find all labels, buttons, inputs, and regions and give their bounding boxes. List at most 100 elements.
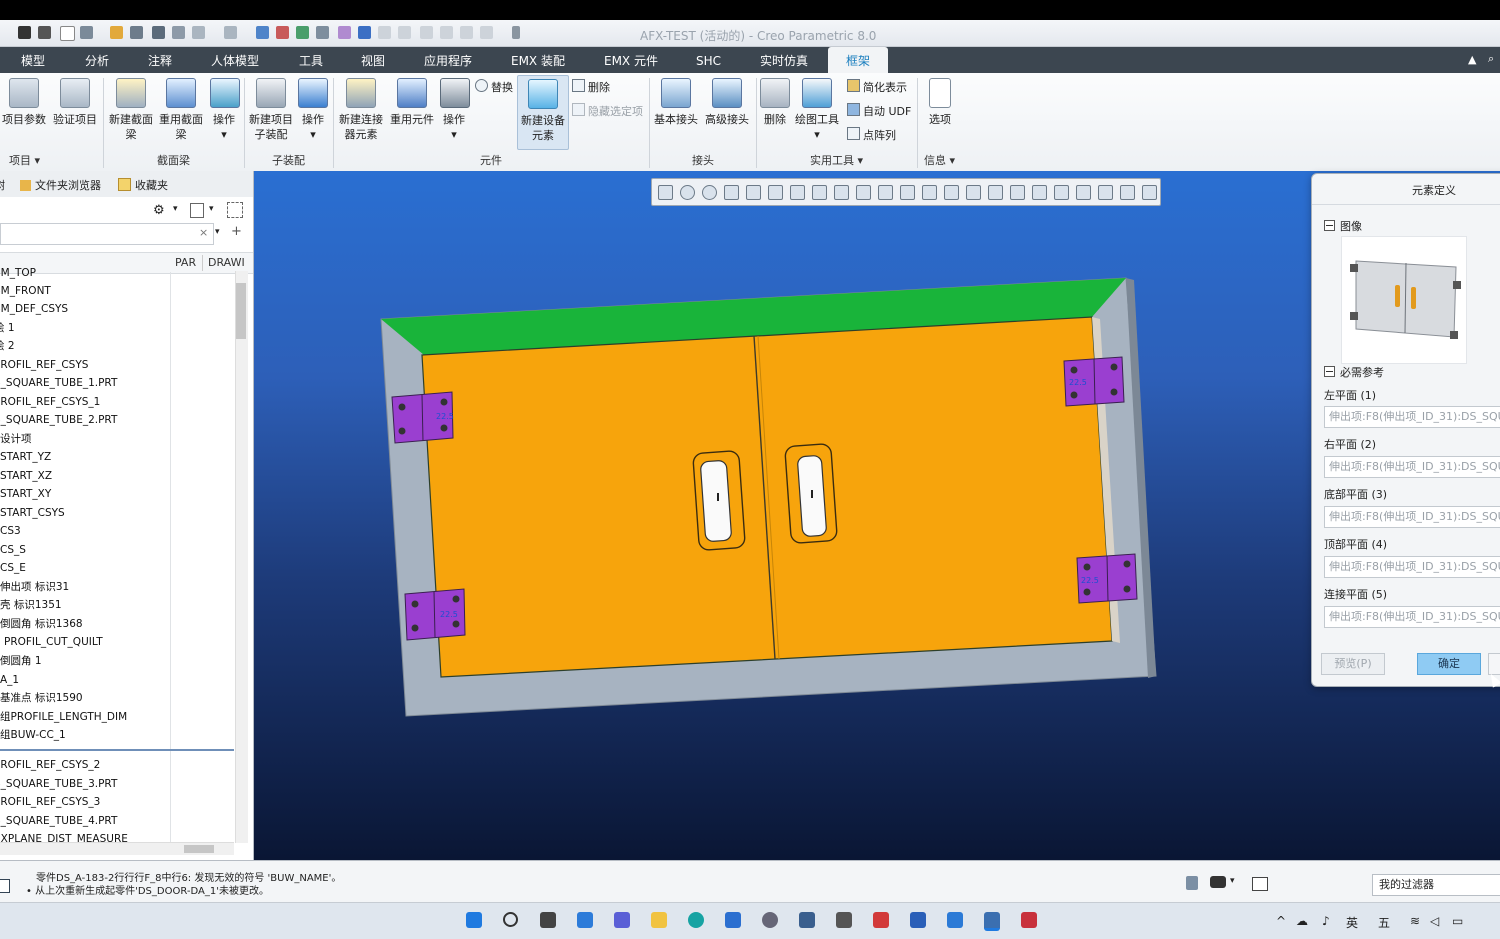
tree-item[interactable]: CS_S [0,541,26,559]
auto-udf-button[interactable]: 自动 UDF [847,103,911,119]
reuse-section-beam-button[interactable]: 重用截面 梁 [158,78,204,142]
measure-icon[interactable] [338,26,351,39]
menu-icon[interactable] [18,26,31,39]
csys-display-icon[interactable] [988,185,1003,200]
column-drawing[interactable]: DRAWI [208,256,245,269]
right-plane-field[interactable]: 伸出项:F8(伸出项_ID_31):DS_SQUA [1324,456,1500,478]
settings-icon[interactable]: ⚙ [153,203,165,218]
verify-item-button[interactable]: 验证项目 [52,78,98,127]
pen-icon[interactable] [276,26,289,39]
tree-item[interactable]: PROFIL_REF_CSYS_1 [0,393,100,411]
left-plane-field[interactable]: 伸出项:F8(伸出项_ID_31):DS_SQUA [1324,406,1500,428]
tab-emx-component[interactable]: EMX 元件 [604,47,658,73]
redo-icon[interactable] [224,26,237,39]
tree-item[interactable]: 设计项 [0,430,32,448]
regenerate-icon[interactable] [256,26,269,39]
message-log-icon[interactable] [0,879,10,893]
selection-buffer-icon[interactable] [1252,877,1268,891]
tab-tools[interactable]: 工具 [299,47,323,73]
edge-icon[interactable] [688,912,704,928]
open-folder-icon[interactable] [110,26,123,39]
cursor-icon[interactable] [38,26,51,39]
chevron-down-icon[interactable]: ▾ [215,227,220,237]
settings-app-icon[interactable] [762,912,778,928]
point-display-icon[interactable] [966,185,981,200]
tab-emx-assembly[interactable]: EMX 装配 [511,47,565,73]
tab-shc[interactable]: SHC [696,47,721,73]
ime-mode[interactable]: 五 [1378,914,1390,931]
undo-icon[interactable] [192,26,205,39]
export-icon[interactable] [316,26,329,39]
tree-horizontal-scrollbar[interactable] [0,842,234,855]
tray-chevron-up-icon[interactable]: ^ [1276,914,1286,928]
new-file-icon[interactable] [60,26,75,41]
paste-icon[interactable] [398,26,411,39]
tree-item[interactable]: 绘 1 [0,319,15,337]
remote-desktop-icon[interactable] [799,912,815,928]
tree-item[interactable]: 壳 标识1351 [0,596,62,614]
delete-element-button[interactable]: 删除 [572,79,610,95]
zoom-out-icon[interactable] [702,185,717,200]
beam-operations-button[interactable]: 操作 ▾ [210,78,240,142]
view-manager-icon[interactable] [812,185,827,200]
chevron-down-icon[interactable]: ▾ [173,204,178,214]
axis-display-icon[interactable] [944,185,959,200]
tree-item[interactable]: S_SQUARE_TUBE_4.PRT [0,812,117,830]
preview-button[interactable]: 预览(P) [1321,653,1385,675]
ok-button[interactable]: 确定 [1417,653,1481,675]
sketch-view-icon[interactable] [1142,185,1157,200]
binoculars-icon[interactable] [1210,876,1226,888]
tree-item[interactable]: S_SQUARE_TUBE_1.PRT [0,374,117,392]
tree-item[interactable]: PROFIL_REF_CSYS [0,356,88,374]
tree-item[interactable]: SM_TOP [0,264,36,282]
hinge-top-right[interactable]: 22.5 [1063,356,1125,407]
tree-item[interactable]: START_YZ [0,448,51,466]
mail-icon[interactable] [725,912,741,928]
close-window-icon[interactable] [420,26,433,39]
simplified-rep-button[interactable]: 简化表示 [847,79,907,95]
plane-display-icon[interactable] [922,185,937,200]
new-connector-element-button[interactable]: 新建连接 器元素 [337,78,385,142]
calculator-icon[interactable] [836,912,852,928]
tab-annotate[interactable]: 注释 [148,47,172,73]
battery-icon[interactable]: ▭ [1452,914,1463,928]
reorient-icon[interactable] [746,185,761,200]
red-app-icon[interactable] [873,912,889,928]
display-icon[interactable] [296,26,309,39]
tree-item[interactable]: 组BUW-CC_1 [0,726,66,744]
task-view-icon[interactable] [540,912,556,928]
column-divider[interactable] [202,255,203,271]
subassembly-operations-button[interactable]: 操作 ▾ [298,78,328,142]
element-operations-button[interactable]: 操作 ▾ [440,78,470,142]
tree-item[interactable]: 倒圆角 标识1368 [0,615,83,633]
drawing-tool-button[interactable]: 绘图工具 ▾ [794,78,840,142]
tab-view[interactable]: 视图 [361,47,385,73]
point-array-button[interactable]: 点阵列 [847,127,896,143]
onedrive-icon[interactable]: ☁ [1296,914,1308,928]
plane-tag-icon[interactable] [1054,185,1069,200]
tree-item[interactable]: START_XY [0,485,51,503]
perspective-icon[interactable] [834,185,849,200]
tree-item[interactable]: START_XZ [0,467,52,485]
tree-item[interactable]: 基准点 标识1590 [0,689,83,707]
tree-item[interactable]: CS_E [0,559,26,577]
tree-item[interactable]: 倒圆角 1 [0,652,42,670]
tree-item[interactable]: A_1 [0,671,19,689]
hide-selected-button[interactable]: 隐藏选定项 [572,103,643,119]
collapse-icon[interactable] [1324,366,1335,377]
advanced-joint-button[interactable]: 高级接头 [703,78,751,127]
display-style-icon[interactable] [768,185,783,200]
spin-center-icon[interactable] [878,185,893,200]
file-explorer-icon[interactable] [651,912,667,928]
repaint-icon[interactable] [724,185,739,200]
new-section-beam-button[interactable]: 新建截面 梁 [108,78,154,142]
collapse-ribbon-icon[interactable]: ▲ [1468,53,1476,66]
group-label-utility[interactable]: 实用工具 ▾ [810,152,863,168]
tree-item[interactable]: SM_FRONT [0,282,51,300]
save-as-icon[interactable] [172,26,185,39]
hinge-bottom-right[interactable]: 22.5 [1076,553,1138,604]
cut-icon[interactable] [1076,185,1091,200]
collapse-icon[interactable] [1324,220,1335,231]
options-button[interactable]: 选项 [925,78,955,127]
hinge-bottom-left[interactable]: 22.5 [404,588,466,641]
